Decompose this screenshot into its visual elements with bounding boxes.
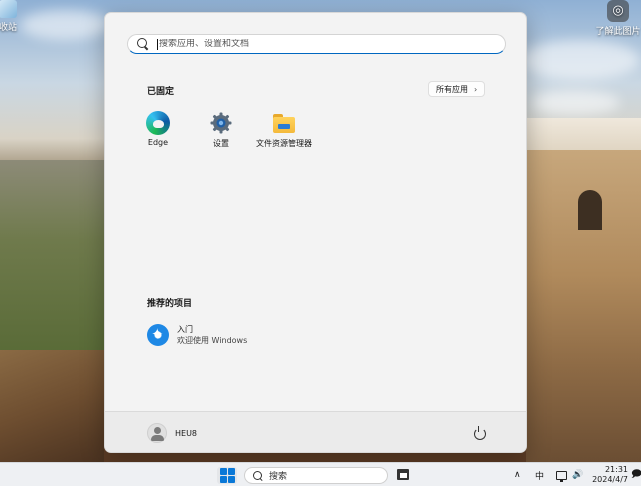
- recommended-item-title: 入门: [177, 325, 193, 334]
- user-account-button[interactable]: HEU8: [147, 423, 197, 443]
- pinned-app-label: 文件资源管理器: [256, 139, 312, 148]
- volume-icon[interactable]: 🔊: [572, 463, 583, 486]
- windows-logo-icon: [220, 468, 227, 475]
- folder-icon: [272, 111, 296, 135]
- taskbar-search-label: 搜索: [269, 472, 288, 482]
- network-icon[interactable]: [556, 463, 567, 486]
- pinned-app-file-explorer[interactable]: 文件资源管理器: [249, 111, 319, 149]
- desktop-icon-learn-about-picture[interactable]: ◎ 了解此图片: [595, 0, 641, 37]
- recycle-bin-icon: [0, 0, 17, 18]
- power-icon[interactable]: [473, 426, 486, 440]
- recommended-section-title: 推荐的项目: [147, 299, 193, 309]
- gear-icon: [209, 111, 233, 135]
- pinned-app-edge[interactable]: Edge: [123, 111, 193, 147]
- desktop-icon-recycle-bin[interactable]: 收站: [0, 0, 24, 33]
- task-view-icon[interactable]: [397, 469, 410, 481]
- recommended-item-get-started[interactable]: 入门 欢迎使用 Windows: [147, 324, 247, 346]
- clock[interactable]: 21:31 2024/4/7: [592, 463, 628, 486]
- bridge-arch: [578, 190, 602, 230]
- search-icon: [253, 470, 263, 481]
- pinned-app-settings[interactable]: 设置: [186, 111, 256, 149]
- start-menu-footer: HEU8: [105, 411, 526, 452]
- search-icon: [137, 38, 149, 50]
- recommended-item-subtitle: 欢迎使用 Windows: [177, 336, 248, 345]
- clock-date: 2024/4/7: [592, 475, 628, 484]
- pinned-app-label: 设置: [213, 139, 229, 148]
- taskbar: 搜索 ∧ 中 🔊 21:31 2024/4/7 🗩: [0, 462, 641, 486]
- get-started-icon: [147, 324, 169, 346]
- hills-left: [0, 160, 104, 360]
- camera-icon: ◎: [607, 0, 629, 22]
- avatar: [147, 423, 167, 443]
- text-caret: [157, 38, 158, 50]
- desktop-icon-label: 了解此图片: [595, 27, 641, 37]
- user-name: HEU8: [175, 428, 198, 438]
- cliff-right: [526, 150, 641, 462]
- start-search-box[interactable]: [127, 34, 506, 54]
- notification-icon[interactable]: 🗩: [631, 463, 641, 486]
- desktop-icon-label: 收站: [0, 23, 17, 33]
- cliff-left: [0, 350, 104, 462]
- chevron-right-icon: ›: [474, 84, 478, 94]
- taskbar-search[interactable]: 搜索: [244, 467, 388, 484]
- all-apps-button[interactable]: 所有应用 ›: [428, 81, 486, 97]
- start-menu: 已固定 所有应用 › Edge: [104, 12, 527, 453]
- clock-time: 21:31: [604, 465, 628, 474]
- all-apps-label: 所有应用: [436, 84, 468, 94]
- show-hidden-icons-button[interactable]: ∧: [514, 463, 521, 486]
- input-method-indicator[interactable]: 中: [535, 463, 544, 486]
- pinned-app-label: Edge: [147, 138, 169, 147]
- edge-icon: [146, 111, 170, 135]
- start-search-input[interactable]: [159, 39, 499, 49]
- start-button[interactable]: [217, 467, 237, 484]
- pinned-section-title: 已固定: [147, 87, 175, 97]
